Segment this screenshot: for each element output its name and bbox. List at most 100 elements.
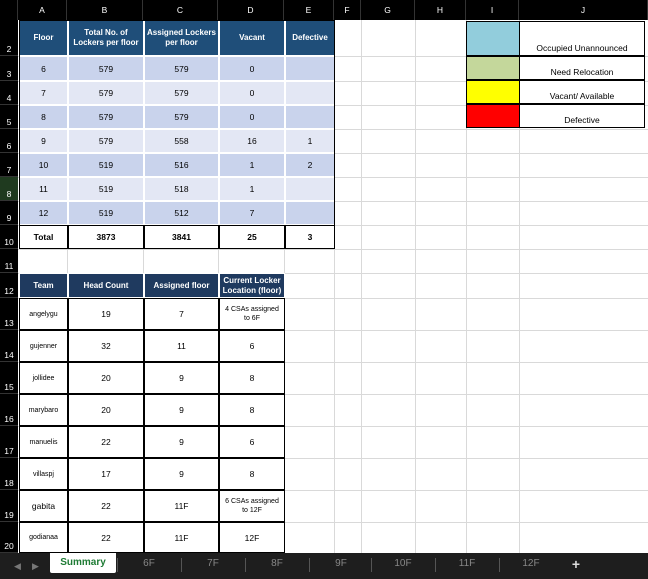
sheet-tab-10f[interactable]: 10F [372,553,434,575]
table2-cell: 22 [68,522,144,553]
row-header-18[interactable]: 18 [0,458,18,490]
legend-label: Need Relocation [519,56,645,80]
row-header-8[interactable]: 8 [0,177,18,201]
table1-total-cell: 3841 [144,225,219,249]
sheet-tab-8f[interactable]: 8F [246,553,308,575]
table1-cell: 579 [144,56,219,81]
sheet-tab-12f[interactable]: 12F [500,553,562,575]
table2-cell: 9 [144,426,219,458]
table2-cell: 32 [68,330,144,362]
row-header-11[interactable]: 11 [0,249,18,273]
table1-cell: 16 [219,129,285,153]
column-header-c[interactable]: C [143,0,218,20]
table1-cell: 579 [68,129,144,153]
table1-cell: 9 [19,129,68,153]
legend-swatch [466,80,520,104]
spreadsheet-grid[interactable]: ABCDEFGHIJ 2 3 4 5 6 7 8 9 10 11 12 13 14 15 16 17 18 19 2… [0,0,648,553]
table2-cell: 4 CSAs assigned to 6F [219,298,285,330]
table2-cell: 8 [219,458,285,490]
legend-swatch [466,56,520,80]
row-header-15[interactable]: 15 [0,362,18,394]
sheet-tab-11f[interactable]: 11F [436,553,498,575]
row-header-16[interactable]: 16 [0,394,18,426]
table1-cell [285,177,335,201]
column-header-h[interactable]: H [415,0,466,20]
column-header-d[interactable]: D [218,0,284,20]
sheet-tab-6f[interactable]: 6F [118,553,180,575]
select-all-corner[interactable] [0,0,18,20]
row-header-12[interactable]: 12 [0,273,18,298]
prev-sheet-icon[interactable]: ◀ [14,553,21,579]
column-header-f[interactable]: F [334,0,361,20]
table2-cell: gabita [19,490,68,522]
table1-cell: 512 [144,201,219,225]
column-header-i[interactable]: I [466,0,519,20]
table1-cell: 7 [219,201,285,225]
table1-cell: 519 [68,153,144,177]
table1-cell: 1 [285,129,335,153]
table2-cell: 11F [144,522,219,553]
table2-header-cell: Assigned floor [144,273,219,298]
table1-cell: 579 [144,81,219,105]
table1-cell: 558 [144,129,219,153]
column-header-a[interactable]: A [18,0,67,20]
table1-cell: 579 [68,105,144,129]
table1-cell: 579 [144,105,219,129]
row-header-5[interactable]: 5 [0,105,18,129]
row-header-9[interactable]: 9 [0,201,18,225]
row-header-6[interactable]: 6 [0,129,18,153]
table1-cell: 10 [19,153,68,177]
row-header-7[interactable]: 7 [0,153,18,177]
table2-cell: 7 [144,298,219,330]
table2-cell: gujenner [19,330,68,362]
table1-cell: 518 [144,177,219,201]
row-header-13[interactable]: 13 [0,298,18,330]
table2-cell: 8 [219,394,285,426]
row-header-10[interactable]: 10 [0,225,18,249]
table1-cell: 0 [219,81,285,105]
table2-cell: godianaa [19,522,68,553]
tab-separator [245,558,246,572]
column-header-b[interactable]: B [67,0,143,20]
table1-header-cell: Assigned Lockers per floor [144,20,219,56]
table2-cell: 9 [144,394,219,426]
table2-header-cell: Current Locker Location (floor) [219,273,285,298]
legend-label: Defective [519,104,645,128]
column-header-e[interactable]: E [284,0,334,20]
table2-cell: 19 [68,298,144,330]
row-header-20[interactable]: 20 [0,522,18,553]
table1-cell: 1 [219,177,285,201]
column-header-j[interactable]: J [519,0,648,20]
legend-swatch [466,21,520,56]
table2-cell: 22 [68,426,144,458]
sheet-tab-9f[interactable]: 9F [310,553,372,575]
table1-cell: 579 [68,56,144,81]
row-header-14[interactable]: 14 [0,330,18,362]
column-header-g[interactable]: G [361,0,415,20]
sheet-tab-7f[interactable]: 7F [182,553,244,575]
legend-swatch [466,104,520,128]
row-header-19[interactable]: 19 [0,490,18,522]
table1-cell: 8 [19,105,68,129]
row-header-4[interactable]: 4 [0,81,18,105]
table2-cell: 6 [219,330,285,362]
table1-cell: 516 [144,153,219,177]
table1-cell: 0 [219,105,285,129]
tab-separator [117,558,118,572]
table2-cell: 6 [219,426,285,458]
table1-header-cell: Defective [285,20,335,56]
row-header-17[interactable]: 17 [0,426,18,458]
table2-cell: angelygu [19,298,68,330]
table1-cell: 11 [19,177,68,201]
row-header-3[interactable]: 3 [0,56,18,81]
next-sheet-icon[interactable]: ▶ [32,553,39,579]
row-header-2[interactable]: 2 [0,20,18,56]
table2-cell: 17 [68,458,144,490]
table1-cell: 519 [68,201,144,225]
table1-cell: 1 [219,153,285,177]
add-sheet-button[interactable]: + [566,553,586,575]
sheet-tab-summary[interactable]: Summary [50,553,116,573]
table2-cell: villaspj [19,458,68,490]
table1-cell: 579 [68,81,144,105]
table2-cell: 12F [219,522,285,553]
